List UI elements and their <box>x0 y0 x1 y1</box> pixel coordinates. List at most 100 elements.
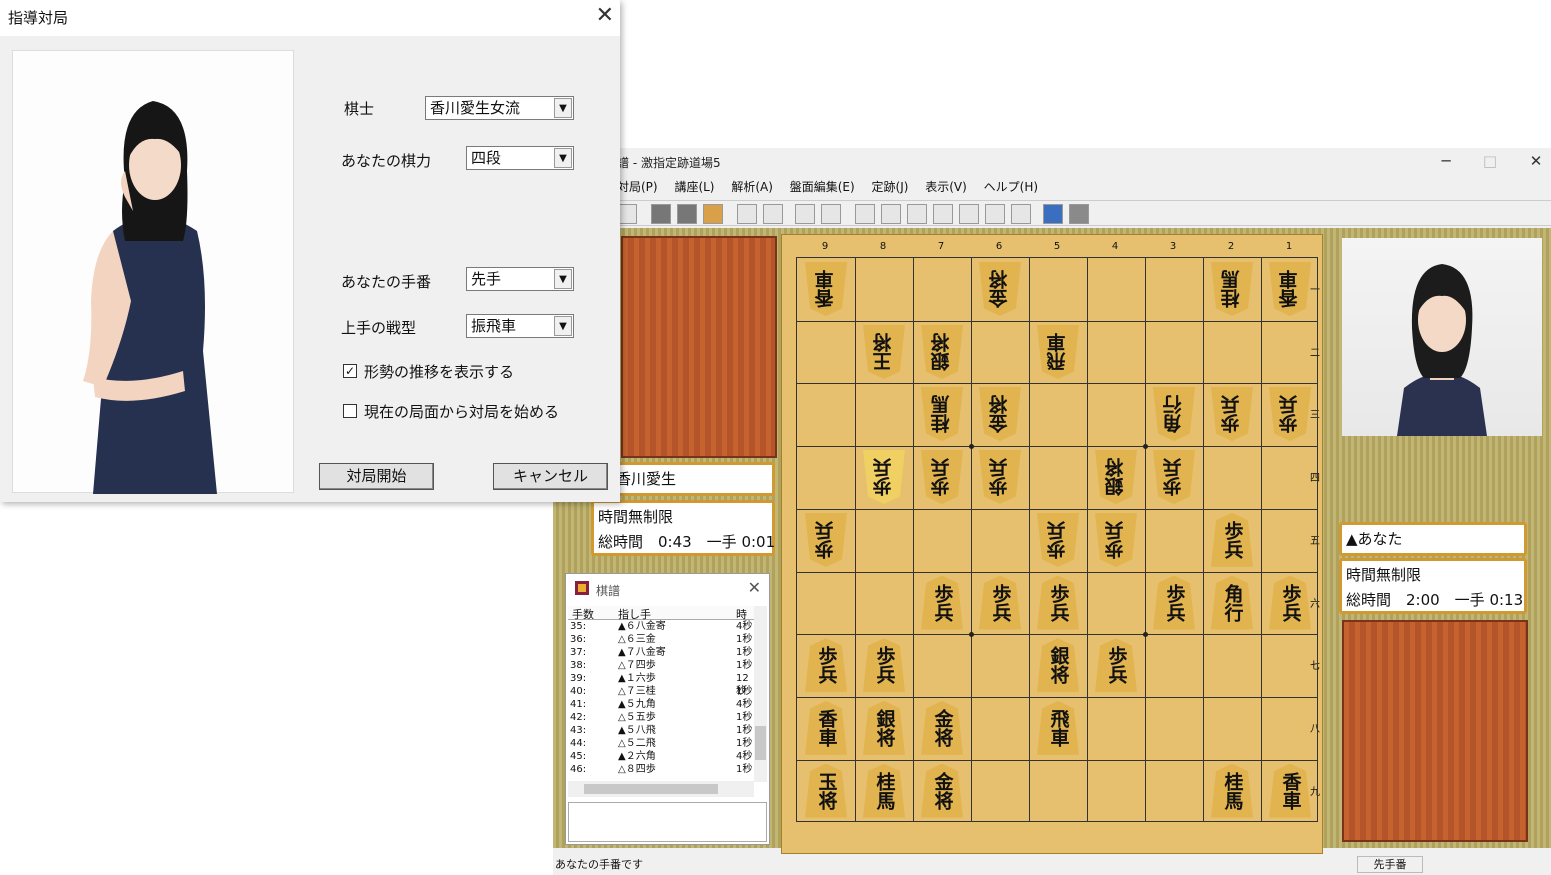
sente-piece[interactable]: 歩兵 <box>1269 575 1311 630</box>
gote-piece[interactable]: 王将 <box>863 325 905 379</box>
maximize-button[interactable]: □ <box>1475 150 1505 172</box>
sente-piece[interactable]: 金将 <box>921 763 963 818</box>
menu-joseki[interactable]: 定跡(J) <box>872 180 909 194</box>
sente-piece[interactable]: 香車 <box>1269 763 1311 818</box>
gote-piece[interactable]: 歩兵 <box>979 450 1021 504</box>
sente-piece[interactable]: 香車 <box>805 700 847 755</box>
first-icon[interactable] <box>907 204 927 224</box>
gote-piece[interactable]: 歩兵 <box>921 450 963 504</box>
shogi-board[interactable]: 987654321 一二三四五六七八九 香車 金将 桂馬 香車 王将 銀将 飛車 桂馬 金将 角行… <box>781 234 1323 854</box>
close-button[interactable]: ✕ <box>1521 150 1551 172</box>
gote-piece[interactable]: 桂馬 <box>1211 262 1253 316</box>
menu-kaiseki[interactable]: 解析(A) <box>731 180 773 194</box>
gote-piece[interactable]: 飛車 <box>1037 325 1079 379</box>
kifu-horizontal-scrollbar[interactable] <box>568 781 754 797</box>
cancel-button[interactable]: キャンセル <box>493 463 608 490</box>
save-icon[interactable] <box>617 204 637 224</box>
kifu-row[interactable]: 36: △６三金 1秒 <box>568 633 756 646</box>
kifu-row[interactable]: 44: △５二飛 1秒 <box>568 737 756 750</box>
sente-piece[interactable]: 桂馬 <box>863 763 905 818</box>
kifu-row[interactable]: 43: ▲５八飛 1秒 <box>568 724 756 737</box>
menu-help[interactable]: ヘルプ(H) <box>984 180 1038 194</box>
kifu-close-button[interactable]: ✕ <box>748 578 761 597</box>
sente-piece[interactable]: 歩兵 <box>1211 512 1253 567</box>
gote-piece[interactable]: 歩兵 <box>1269 387 1311 441</box>
board-icon[interactable] <box>703 204 723 224</box>
sente-piece[interactable]: 銀将 <box>863 700 905 755</box>
monitor-icon[interactable] <box>1043 204 1063 224</box>
strength-dropdown-icon[interactable]: ▼ <box>554 148 572 168</box>
sente-piece[interactable]: 歩兵 <box>921 575 963 630</box>
sente-piece[interactable]: 歩兵 <box>863 638 905 693</box>
flag-icon-2[interactable] <box>821 204 841 224</box>
last-icon[interactable] <box>959 204 979 224</box>
kifu-row[interactable]: 46: △８四歩 1秒 <box>568 763 756 776</box>
menu-taikyoku[interactable]: 対局(P) <box>617 180 658 194</box>
kifu-row[interactable]: 40: △７三桂 1秒 <box>568 685 756 698</box>
sente-piece[interactable]: 歩兵 <box>1095 638 1137 693</box>
turn-dropdown-icon[interactable]: ▼ <box>554 269 572 289</box>
black-square-icon-2[interactable] <box>677 204 697 224</box>
tactic-dropdown-icon[interactable]: ▼ <box>554 316 572 336</box>
gote-piece[interactable]: 角行 <box>1153 387 1195 441</box>
gote-piece[interactable]: 銀将 <box>1095 450 1137 504</box>
gote-piece[interactable]: 金将 <box>979 387 1021 441</box>
kishi-dropdown-icon[interactable]: ▼ <box>554 98 572 118</box>
turn-select[interactable]: 先手 ▼ <box>466 267 574 291</box>
start-from-position-checkbox[interactable] <box>343 404 357 418</box>
kifu-hscroll-thumb[interactable] <box>584 784 718 794</box>
sente-piece[interactable]: 角行 <box>1211 575 1253 630</box>
next-icon[interactable] <box>985 204 1005 224</box>
kifu-row[interactable]: 42: △５五歩 1秒 <box>568 711 756 724</box>
minimize-button[interactable]: ─ <box>1431 150 1461 172</box>
gote-piece[interactable]: 歩兵 <box>863 450 905 504</box>
start-game-button[interactable]: 対局開始 <box>319 463 434 490</box>
hand-icon[interactable] <box>763 204 783 224</box>
gote-piece[interactable]: 銀将 <box>921 325 963 379</box>
kifu-row[interactable]: 39: ▲１六歩 12秒 <box>568 672 756 697</box>
sente-piece[interactable]: 飛車 <box>1037 700 1079 755</box>
sente-piece[interactable]: 歩兵 <box>805 638 847 693</box>
sente-piece[interactable]: 玉将 <box>805 763 847 818</box>
sente-piece[interactable]: 桂馬 <box>1211 763 1253 818</box>
kifu-row[interactable]: 38: △７四歩 1秒 <box>568 659 756 672</box>
gote-piece[interactable]: 金将 <box>979 262 1021 316</box>
dialog-close-button[interactable]: ✕ <box>596 3 614 28</box>
sente-piece[interactable]: 金将 <box>921 700 963 755</box>
kifu-row[interactable]: 41: ▲５九角 4秒 <box>568 698 756 711</box>
gote-piece[interactable]: 香車 <box>805 262 847 316</box>
kifu-comment-box[interactable] <box>568 802 767 842</box>
gote-piece[interactable]: 桂馬 <box>921 387 963 441</box>
gote-piece[interactable]: 歩兵 <box>1095 513 1137 567</box>
gote-piece[interactable]: 歩兵 <box>805 513 847 567</box>
kifu-scroll-thumb[interactable] <box>755 726 766 760</box>
black-square-icon[interactable] <box>651 204 671 224</box>
menu-kouza[interactable]: 講座(L) <box>674 180 714 194</box>
sente-piece[interactable]: 歩兵 <box>979 575 1021 630</box>
sente-piece[interactable]: 歩兵 <box>1037 575 1079 630</box>
kishi-select[interactable]: 香川愛生女流 ▼ <box>425 96 574 120</box>
gote-piece[interactable]: 歩兵 <box>1211 387 1253 441</box>
forward-icon[interactable] <box>1011 204 1031 224</box>
kifu-row[interactable]: 45: ▲２六角 4秒 <box>568 750 756 763</box>
back-icon[interactable] <box>855 204 875 224</box>
kifu-row[interactable]: 35: ▲６八金寄 4秒 <box>568 620 756 633</box>
gote-piece[interactable]: 歩兵 <box>1153 450 1195 504</box>
flag-icon[interactable] <box>795 204 815 224</box>
prev-icon[interactable] <box>881 204 901 224</box>
sente-piece[interactable]: 歩兵 <box>1153 575 1195 630</box>
gote-piece[interactable]: 香車 <box>1269 262 1311 316</box>
menu-view[interactable]: 表示(V) <box>925 180 967 194</box>
help-icon[interactable] <box>1069 204 1089 224</box>
strength-select[interactable]: 四段 ▼ <box>466 146 574 170</box>
sente-piece[interactable]: 銀将 <box>1037 638 1079 693</box>
stop-icon[interactable] <box>933 204 953 224</box>
grid-icon[interactable] <box>737 204 757 224</box>
show-trend-checkbox[interactable]: ✓ <box>343 364 357 378</box>
menu-banmen[interactable]: 盤面編集(E) <box>790 180 855 194</box>
tactic-select[interactable]: 振飛車 ▼ <box>466 314 574 338</box>
kifu-row[interactable]: 37: ▲７八金寄 1秒 <box>568 646 756 659</box>
kifu-vertical-scrollbar[interactable] <box>754 606 767 782</box>
gote-piece[interactable]: 歩兵 <box>1037 513 1079 567</box>
board-grid[interactable]: 香車 金将 桂馬 香車 王将 銀将 飛車 桂馬 金将 角行 歩兵 歩兵 歩兵 歩兵 歩兵 銀将 歩兵 歩兵 歩兵 歩兵… <box>796 257 1318 822</box>
